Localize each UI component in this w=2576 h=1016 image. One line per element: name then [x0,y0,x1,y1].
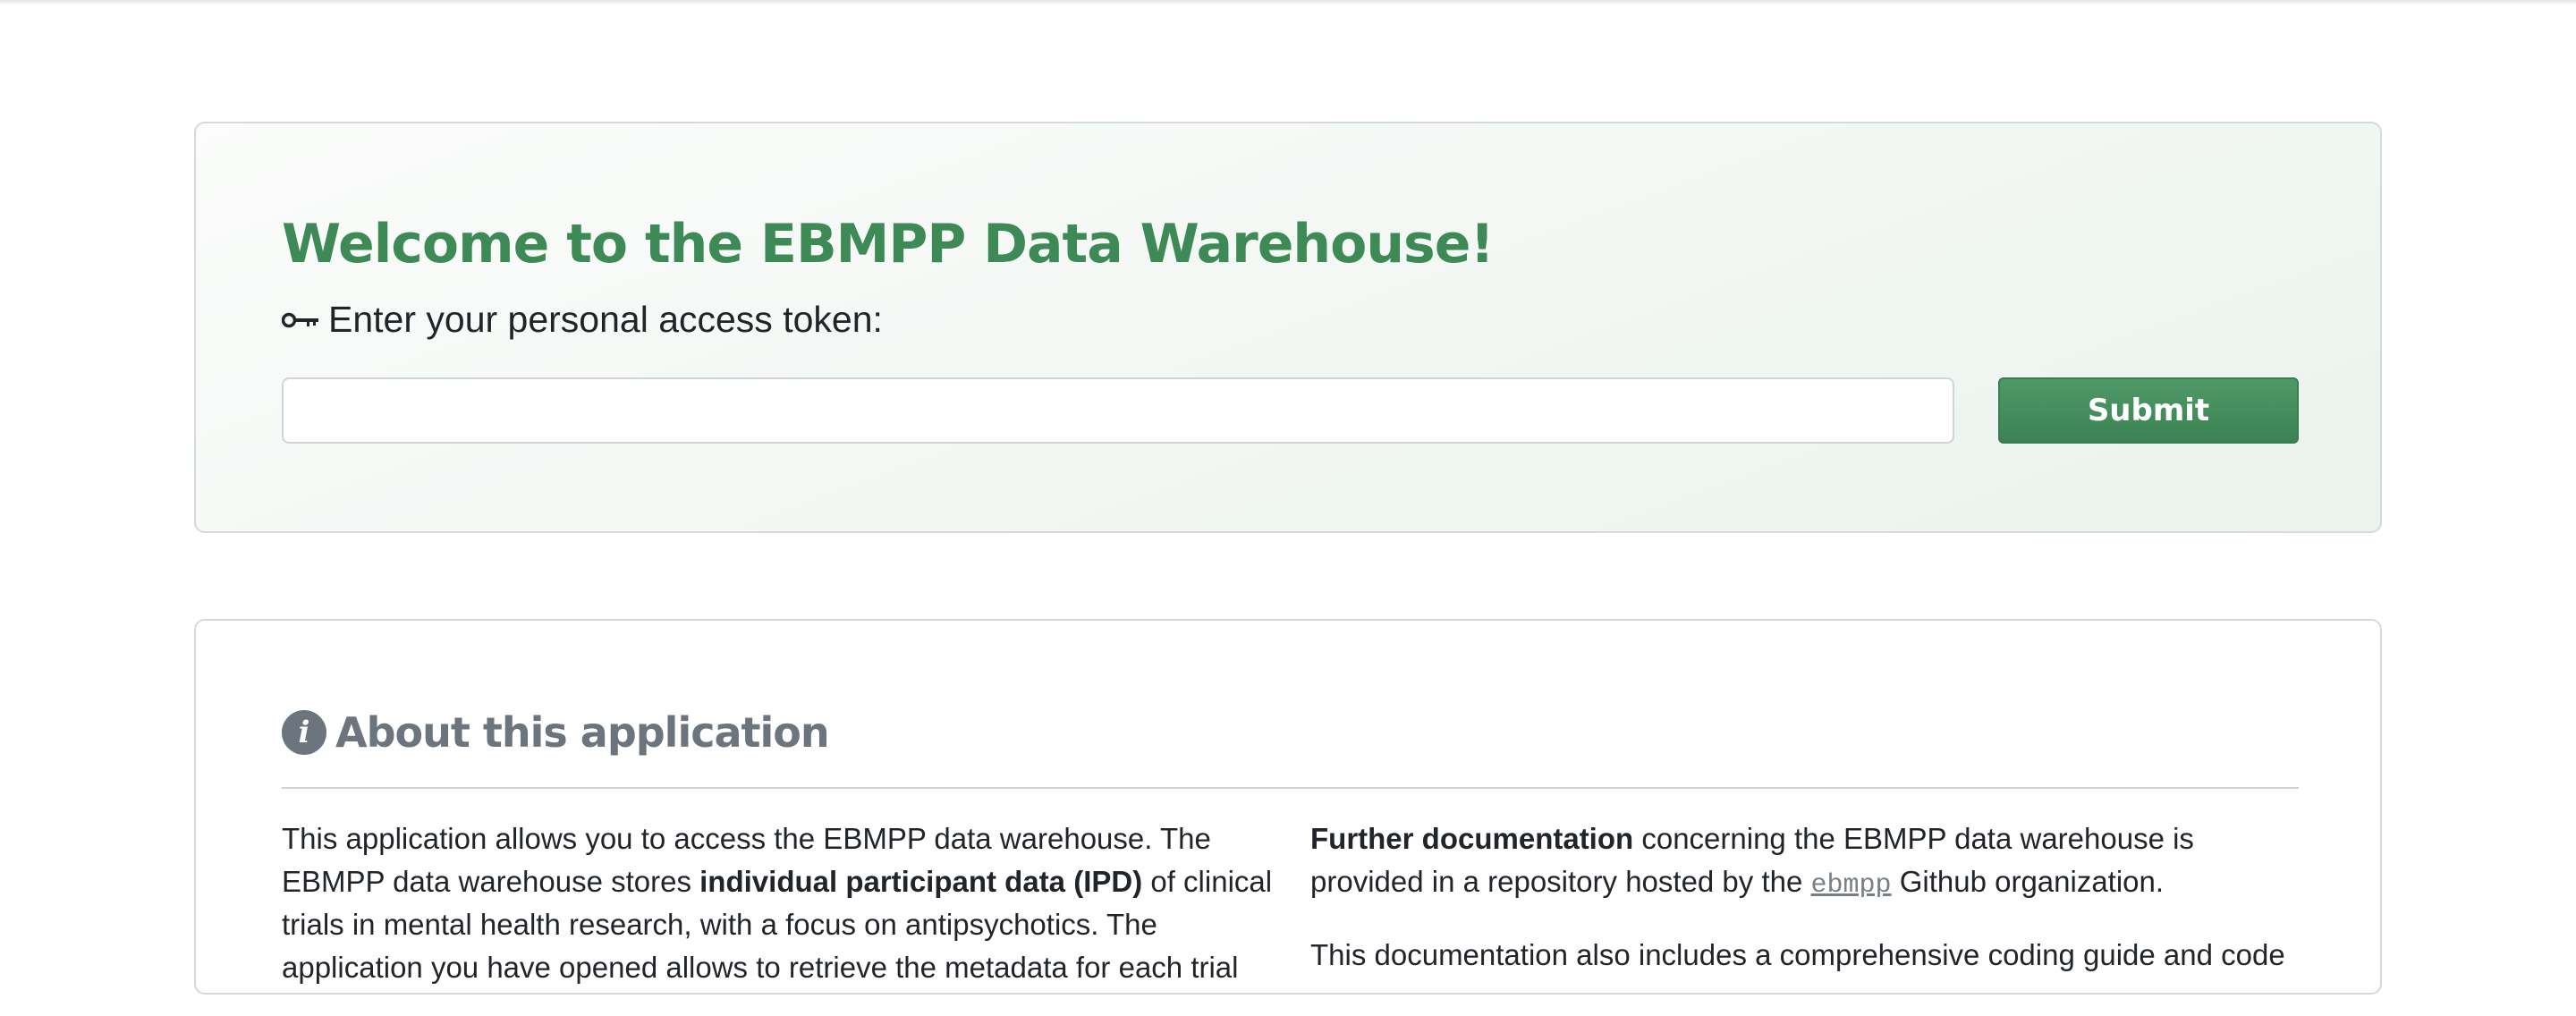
documentation-paragraph: Further documentation concerning the EBM… [1310,817,2303,907]
divider [282,787,2299,789]
about-header: i About this application [282,708,830,757]
key-icon [282,312,318,327]
about-text-bold: individual participant data (IPD) [699,865,1143,898]
about-right-column: Further documentation concerning the EBM… [1310,817,2303,1003]
ebmpp-org-link[interactable]: ebmpp [1811,870,1892,901]
about-left-column: This application allows you to access th… [282,817,1275,1016]
token-label-text: Enter your personal access token: [328,299,883,340]
about-paragraph: This application allows you to access th… [282,817,1275,989]
about-title: About this application [335,708,830,757]
documentation-bold: Further documentation [1310,822,1634,855]
about-card: i About this application This applicatio… [194,619,2382,995]
welcome-card: Welcome to the EBMPP Data Warehouse! Ent… [194,122,2382,533]
token-input[interactable] [282,377,1954,444]
info-icon: i [282,710,326,755]
submit-button[interactable]: Submit [1998,377,2299,444]
top-shadow [0,0,2576,5]
documentation-text: Github organization. [1891,865,2165,898]
token-label: Enter your personal access token: [282,299,883,341]
coding-guide-paragraph: This documentation also includes a compr… [1310,938,2285,971]
page-title: Welcome to the EBMPP Data Warehouse! [282,213,1495,275]
